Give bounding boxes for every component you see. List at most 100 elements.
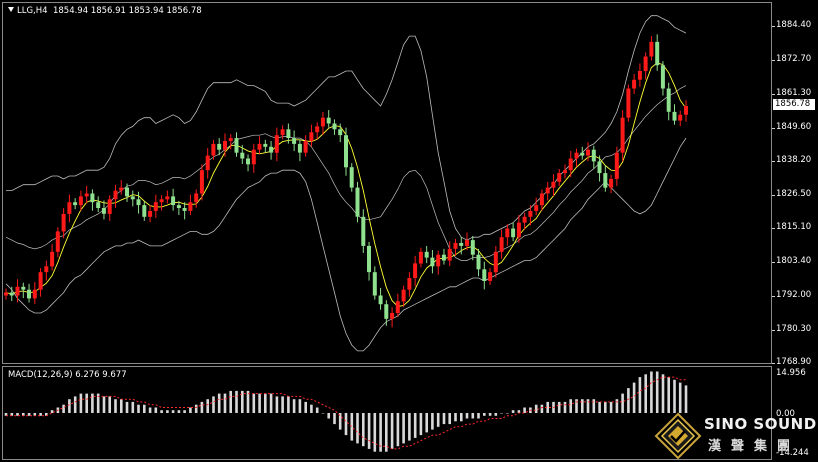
candle-body (165, 196, 170, 200)
macd-histogram-bar (373, 413, 377, 452)
macd-histogram-bar (73, 396, 77, 413)
macd-histogram-bar (563, 401, 567, 413)
macd-histogram-bar (511, 410, 515, 413)
current-price-tag: 1856.78 (773, 98, 815, 110)
sino-sound-logo: SINO SOUND 漢聲集團 (654, 410, 818, 462)
candle-body (27, 289, 31, 299)
macd-histogram-bar (68, 399, 71, 413)
price-tick-mark (772, 93, 775, 95)
macd-histogram-bar (50, 410, 54, 413)
macd-histogram-bar (304, 401, 307, 413)
chart-window[interactable]: LLG,H4 1854.94 1856.91 1853.94 1856.78 M… (0, 0, 818, 462)
candle-body (522, 216, 527, 223)
candle-body (269, 146, 274, 153)
candle-body (55, 231, 60, 252)
macd-histogram-bar (223, 393, 227, 413)
candle-body (626, 88, 631, 118)
candle-body (159, 199, 164, 203)
macd-histogram-bar (638, 377, 642, 413)
macd-histogram-bar (534, 404, 538, 413)
price-axis[interactable]: 1884.40 1872.70 1861.30 1849.60 1838.20 1826.… (772, 2, 818, 367)
candle-body (580, 152, 585, 156)
candle-body (574, 152, 579, 159)
candle-body (257, 143, 262, 150)
candle-body (557, 173, 562, 182)
candle-body (61, 213, 66, 232)
macd-histogram-bar (298, 399, 302, 413)
candle-body (188, 202, 193, 211)
price-tick-mark (772, 127, 775, 129)
price-tick-label: 1792.00 (776, 289, 812, 300)
candle-body (90, 193, 95, 203)
candle-body (367, 245, 371, 273)
candle-body (436, 254, 441, 267)
candle-body (476, 254, 481, 270)
candle-body (637, 71, 642, 80)
macd-histogram-bar (390, 413, 394, 449)
candle-body (632, 79, 637, 89)
macd-histogram-bar (494, 413, 498, 416)
candle-body (349, 167, 354, 188)
candle-body (142, 205, 147, 217)
macd-histogram-bar (460, 413, 463, 422)
candle-body (21, 286, 26, 290)
chart-canvas (4, 15, 688, 452)
candle-body (384, 304, 389, 319)
candle-body (407, 278, 412, 290)
macd-histogram-bar (356, 413, 359, 444)
candle-body (338, 129, 343, 136)
candle-body (655, 41, 660, 66)
candle-body (297, 143, 302, 153)
candle-body (130, 196, 135, 200)
candle-body (539, 193, 544, 206)
price-tick-mark (772, 295, 775, 297)
macd-histogram-bar (281, 396, 284, 413)
macd-histogram-bar (217, 393, 221, 413)
candle-body (672, 111, 677, 121)
candle-body (418, 251, 423, 264)
macd-histogram-bar (200, 401, 204, 413)
candle-body (205, 155, 210, 171)
price-tick-mark (772, 195, 775, 197)
candle-body (176, 205, 181, 208)
candle-body (355, 187, 360, 217)
candle-body (591, 149, 596, 162)
candle-body (516, 222, 521, 238)
candle-body (609, 178, 614, 188)
candle-body (119, 187, 124, 191)
logo-subtitle: 漢聲集團 (708, 439, 801, 454)
macd-histogram-bar (678, 382, 682, 413)
price-tick-label: 1838.20 (776, 154, 812, 165)
candle-body (211, 143, 216, 156)
candle-body (563, 170, 567, 174)
candle-body (78, 196, 83, 206)
macd-histogram-bar (154, 407, 158, 413)
candle-body (666, 88, 671, 112)
candle-body (568, 158, 573, 171)
macd-histogram-bar (321, 413, 325, 414)
diamond-logo-icon (654, 412, 702, 460)
macd-histogram-bar (581, 399, 584, 413)
macd-histogram-bar (592, 399, 596, 413)
macd-histogram-bar (327, 413, 330, 419)
candle-body (246, 158, 250, 165)
candle-body (228, 138, 233, 141)
candle-body (603, 173, 608, 188)
macd-histogram-bar (229, 390, 232, 413)
macd-histogram-bar (557, 401, 561, 413)
macd-histogram-bar (148, 407, 152, 413)
macd-histogram-bar (235, 390, 238, 413)
macd-histogram-bar (85, 393, 88, 413)
candle-body (101, 208, 106, 214)
candle-body (441, 254, 446, 261)
candle-body (286, 129, 291, 138)
candle-body (453, 243, 458, 249)
dropdown-triangle-icon[interactable] (8, 7, 14, 12)
price-tick-mark (772, 262, 775, 264)
macd-histogram-bar (500, 413, 503, 414)
candle-body (620, 117, 625, 153)
candle-body (401, 289, 406, 302)
candle-body (263, 143, 268, 147)
macd-histogram-bar (661, 374, 665, 413)
ohlc-readout: 1854.94 1856.91 1853.94 1856.78 (52, 6, 202, 16)
